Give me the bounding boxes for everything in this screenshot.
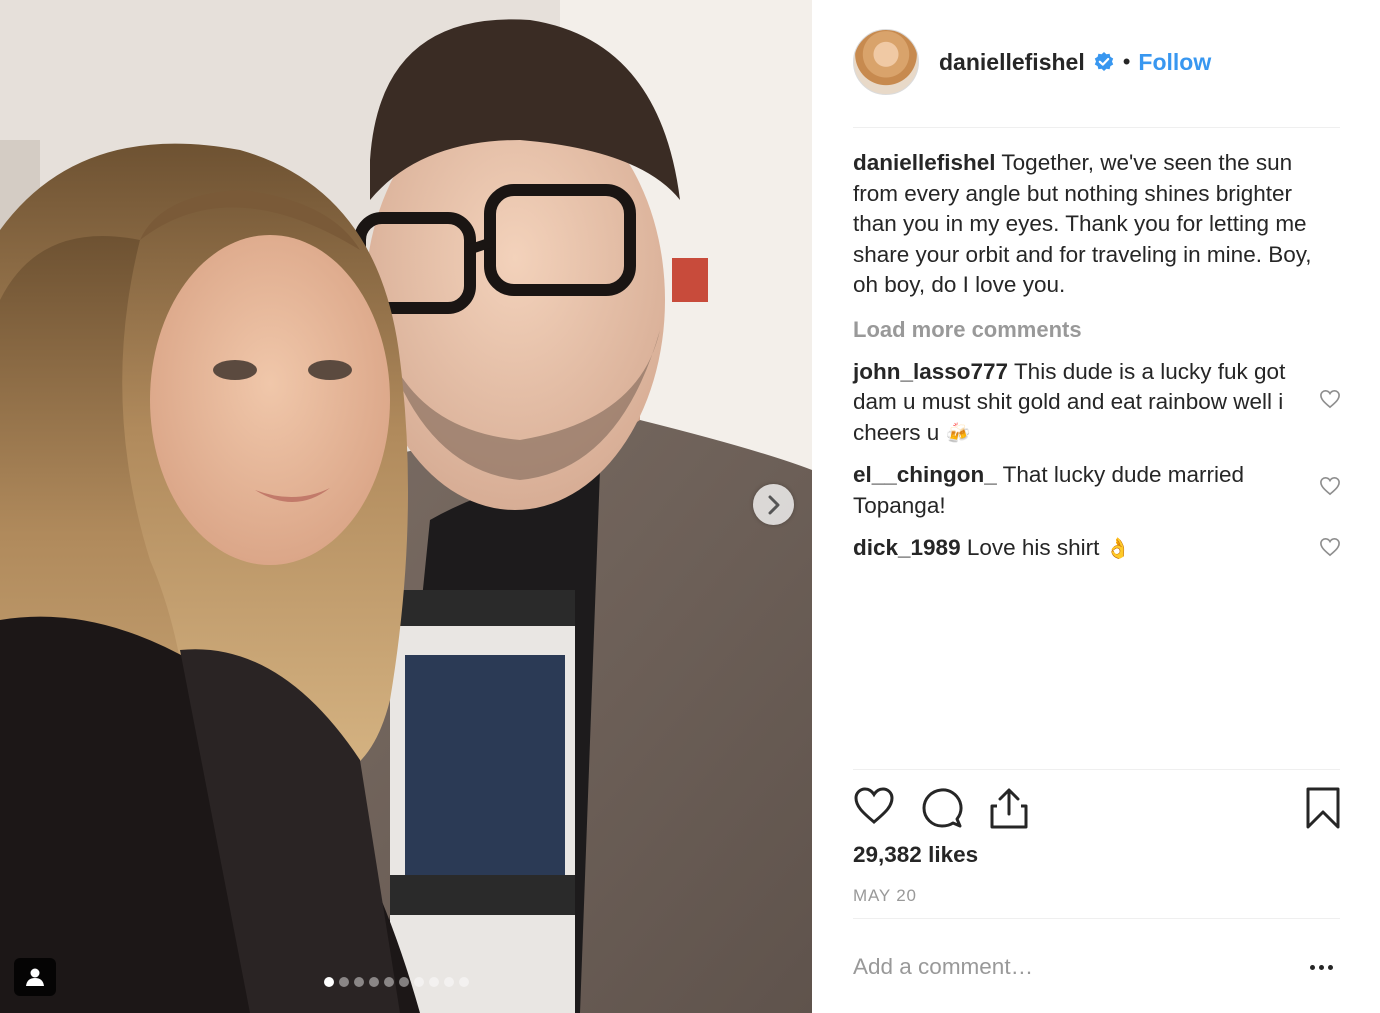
header-separator: • — [1122, 49, 1131, 74]
user-tag-icon — [26, 968, 44, 986]
carousel-dot — [399, 977, 409, 987]
post-header: daniellefishel • Follow — [853, 28, 1340, 96]
comment-like-heart-icon[interactable] — [1319, 537, 1341, 557]
action-bar — [853, 786, 1340, 832]
chevron-right-icon — [768, 495, 779, 514]
more-options-icon[interactable] — [1306, 955, 1336, 979]
photo-image — [0, 0, 812, 1013]
header-username[interactable]: daniellefishel — [939, 49, 1085, 76]
post-date: MAY 20 — [853, 886, 917, 905]
comment-item: el__chingon_ That lucky dude married Top… — [853, 460, 1340, 521]
add-comment-input[interactable] — [853, 950, 1273, 984]
carousel-indicator — [324, 977, 469, 987]
post-photo[interactable] — [0, 0, 812, 1013]
carousel-dot — [414, 977, 424, 987]
bookmark-icon[interactable] — [1305, 786, 1341, 830]
ok-hand-emoji-icon: 👌 — [1105, 536, 1131, 560]
post-side-panel: daniellefishel • Follow daniellefishel T… — [853, 0, 1340, 1013]
comment-like-heart-icon[interactable] — [1319, 476, 1341, 496]
carousel-next-button[interactable] — [753, 484, 794, 525]
comment-item: john_lasso777 This dude is a lucky fuk g… — [853, 357, 1340, 449]
header-divider — [853, 127, 1340, 128]
share-icon[interactable] — [987, 786, 1031, 830]
caption-username[interactable]: daniellefishel — [853, 150, 996, 175]
carousel-dot — [444, 977, 454, 987]
comment-item: dick_1989 Love his shirt 👌 — [853, 533, 1340, 564]
carousel-dot — [459, 977, 469, 987]
comment-username[interactable]: el__chingon_ — [853, 462, 997, 487]
actions-divider — [853, 769, 1340, 770]
carousel-dot — [369, 977, 379, 987]
user-tag-button[interactable] — [14, 958, 56, 996]
carousel-dot — [384, 977, 394, 987]
verified-badge-icon — [1093, 51, 1115, 73]
comment-like-heart-icon[interactable] — [1319, 389, 1341, 409]
comment-box-divider — [853, 918, 1340, 919]
load-more-comments-button[interactable]: Load more comments — [853, 315, 1340, 345]
heart-icon[interactable] — [853, 786, 895, 826]
likes-count[interactable]: 29,382 likes — [853, 842, 978, 868]
comment-username[interactable]: dick_1989 — [853, 535, 961, 560]
beer-emoji-icon: 🍻 — [945, 420, 971, 445]
follow-button[interactable]: Follow — [1138, 49, 1211, 76]
carousel-dot — [354, 977, 364, 987]
avatar[interactable] — [853, 29, 919, 95]
carousel-dot — [339, 977, 349, 987]
carousel-dot — [324, 977, 334, 987]
comments-section: daniellefishel Together, we've seen the … — [853, 148, 1340, 564]
comment-username[interactable]: john_lasso777 — [853, 359, 1008, 384]
carousel-dot — [429, 977, 439, 987]
comment-text: Love his shirt — [966, 535, 1100, 560]
caption: daniellefishel Together, we've seen the … — [853, 148, 1333, 301]
comment-bubble-icon[interactable] — [920, 786, 964, 830]
